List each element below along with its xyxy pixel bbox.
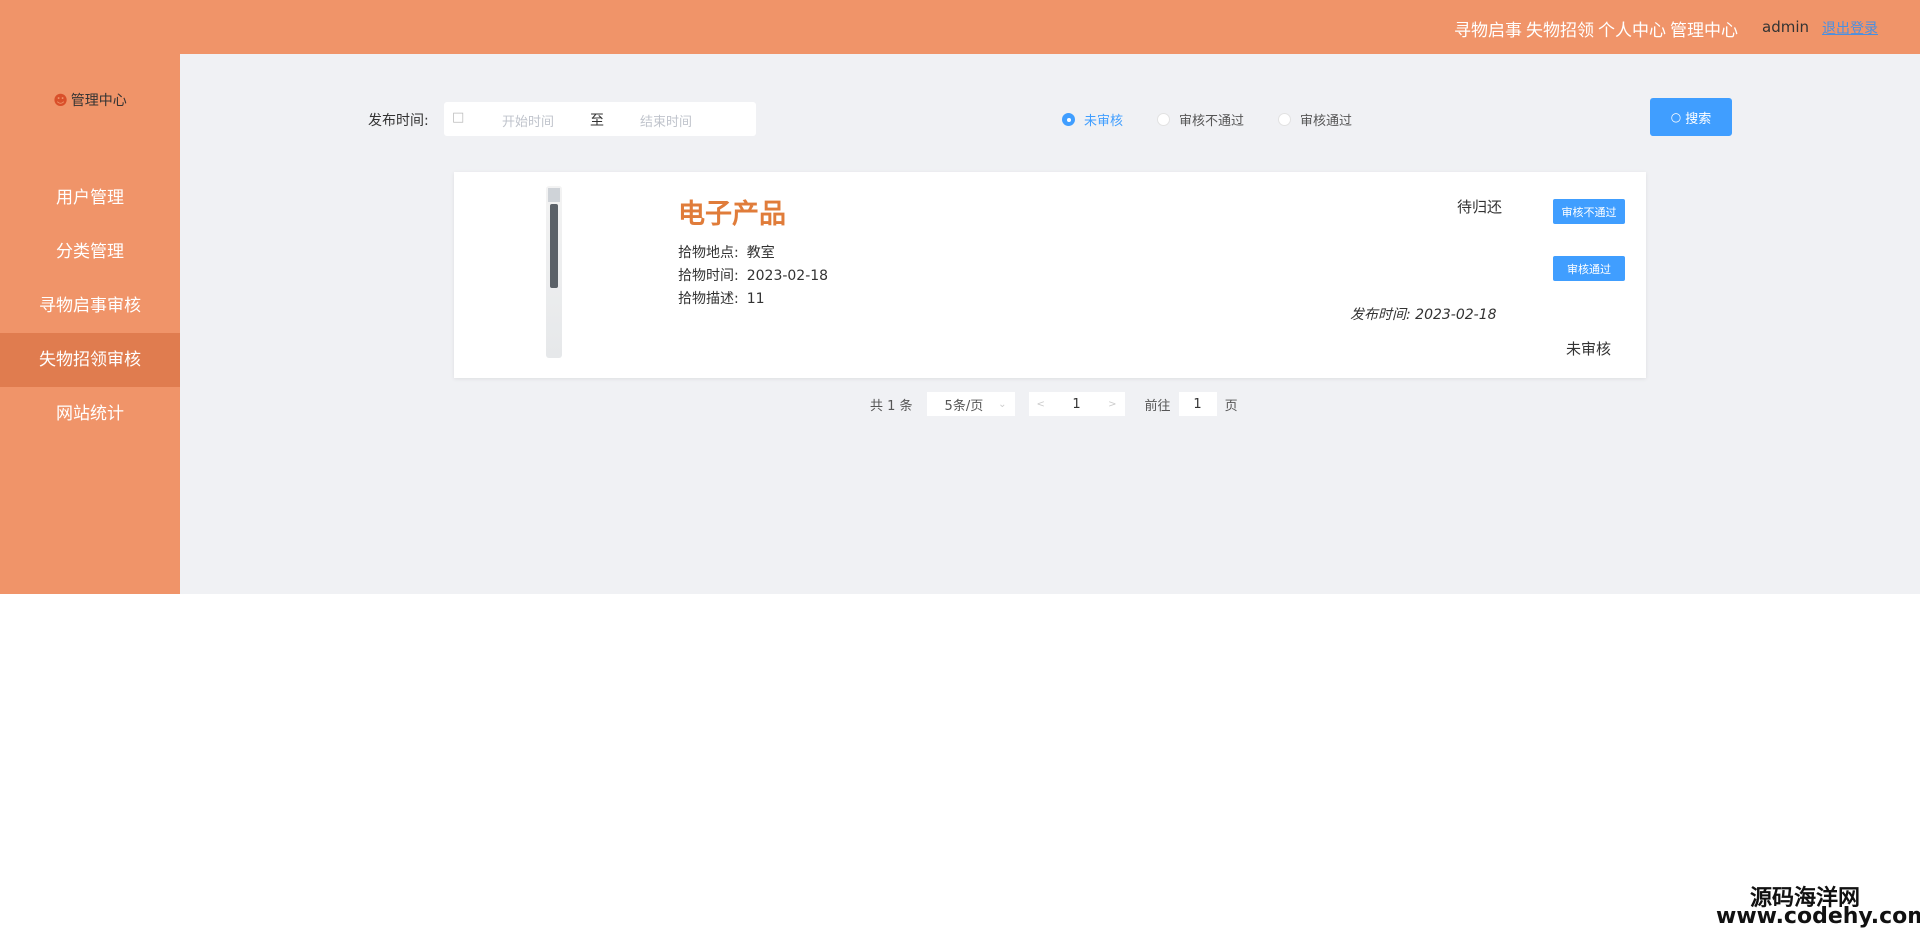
end-date-input[interactable]: 结束时间 [640, 111, 692, 130]
calendar-icon: □ [452, 110, 465, 125]
nav-found-notice[interactable]: 失物招领 [1526, 16, 1594, 41]
current-page[interactable]: 1 [1072, 397, 1080, 412]
radio-label: 审核不通过 [1179, 114, 1245, 129]
radio-rejected[interactable]: 审核不通过 [1157, 110, 1244, 129]
watermark-url: www.codehy.com [1716, 904, 1920, 929]
top-nav: 寻物启事 失物招领 个人中心 管理中心 [1454, 16, 1738, 41]
total-count: 共 1 条 [870, 398, 913, 414]
pagination: 共 1 条 5条/页 ⌄ < 1 > 前往 1 页 [870, 392, 1238, 416]
sidebar-item-users[interactable]: 用户管理 [0, 171, 180, 225]
sidebar: ☻ 管理中心 用户管理 分类管理 寻物启事审核 失物招领审核 网站统计 [0, 54, 180, 594]
radio-dot [1278, 113, 1292, 126]
sidebar-title-label: 管理中心 [70, 93, 127, 109]
publish-label: 发布时间: [1350, 307, 1411, 323]
radio-label: 审核通过 [1300, 114, 1353, 129]
radio-unaudited[interactable]: 未审核 [1062, 110, 1123, 129]
approve-button[interactable]: 审核通过 [1553, 256, 1625, 281]
desc-label: 拾物描述: [678, 291, 739, 307]
item-status: 待归还 [1457, 198, 1503, 216]
range-separator: 至 [590, 113, 604, 129]
time-label: 拾物时间: [678, 268, 739, 284]
goto-label: 前往 [1144, 398, 1171, 414]
top-bar: 寻物启事 失物招领 个人中心 管理中心 admin 退出登录 [0, 0, 1920, 54]
search-button[interactable]: ○ 搜索 [1650, 98, 1732, 136]
time-value: 2023-02-18 [746, 268, 829, 284]
prev-page-icon[interactable]: < [1037, 399, 1045, 410]
item-title: 电子产品 [678, 199, 786, 230]
audit-status: 未审核 [1566, 340, 1612, 358]
nav-admin-center[interactable]: 管理中心 [1670, 16, 1738, 41]
chevron-down-icon: ⌄ [998, 398, 1007, 410]
publish-time: 发布时间: 2023-02-18 [1350, 304, 1497, 324]
item-location: 拾物地点: 教室 [678, 242, 775, 262]
page-size-select[interactable]: 5条/页 ⌄ [926, 392, 1015, 416]
goto-page-input[interactable]: 1 [1178, 392, 1217, 416]
desc-value: 11 [746, 291, 765, 307]
pen-cap [548, 188, 560, 202]
start-date-input[interactable]: 开始时间 [502, 111, 554, 130]
item-image [546, 186, 562, 358]
audit-status-radios: 未审核 审核不通过 审核通过 [1062, 110, 1386, 129]
sidebar-item-lost-audit[interactable]: 寻物启事审核 [0, 279, 180, 333]
page-nav: < 1 > [1028, 392, 1125, 416]
user-icon: ☻ [53, 93, 68, 109]
logout-link[interactable]: 退出登录 [1822, 18, 1878, 38]
publish-value: 2023-02-18 [1415, 307, 1497, 323]
item-time: 拾物时间: 2023-02-18 [678, 265, 828, 285]
radio-approved[interactable]: 审核通过 [1278, 110, 1352, 129]
item-card: 电子产品 拾物地点: 教室 拾物时间: 2023-02-18 拾物描述: 11 待归还… [454, 172, 1646, 378]
reject-button[interactable]: 审核不通过 [1553, 199, 1625, 224]
page-size-value: 5条/页 [944, 398, 984, 414]
sidebar-item-statistics[interactable]: 网站统计 [0, 387, 180, 441]
radio-dot [1062, 113, 1075, 126]
page-suffix: 页 [1224, 398, 1238, 414]
radio-dot [1157, 113, 1171, 126]
date-range-picker[interactable]: □ 开始时间 至 结束时间 [444, 102, 756, 136]
search-button-label: 搜索 [1685, 111, 1712, 127]
nav-personal-center[interactable]: 个人中心 [1598, 16, 1666, 41]
publish-time-label: 发布时间: [368, 113, 429, 129]
username: admin [1762, 18, 1809, 36]
next-page-icon[interactable]: > [1108, 399, 1116, 410]
sidebar-title: ☻ 管理中心 [0, 90, 180, 110]
radio-label: 未审核 [1084, 114, 1124, 129]
sidebar-item-found-audit[interactable]: 失物招领审核 [0, 333, 180, 387]
sidebar-item-categories[interactable]: 分类管理 [0, 225, 180, 279]
pen-band [550, 204, 558, 288]
item-description: 拾物描述: 11 [678, 288, 765, 308]
search-icon: ○ [1670, 110, 1682, 124]
location-value: 教室 [746, 245, 775, 261]
location-label: 拾物地点: [678, 245, 739, 261]
nav-lost-notice[interactable]: 寻物启事 [1454, 16, 1522, 41]
